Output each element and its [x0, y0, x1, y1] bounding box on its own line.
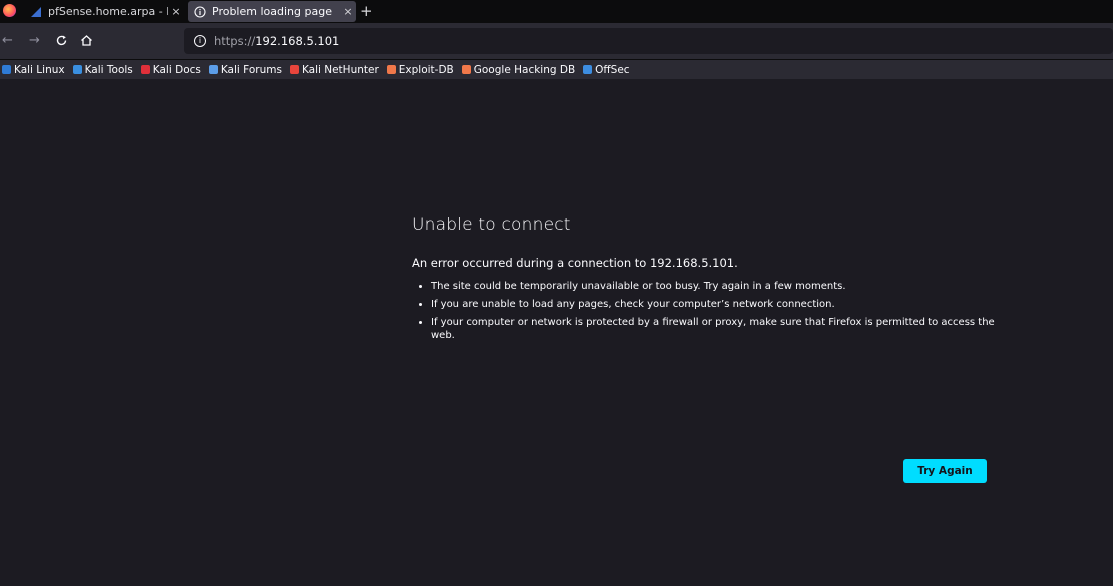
- new-tab-button[interactable]: +: [360, 2, 373, 20]
- info-icon[interactable]: i: [194, 35, 206, 47]
- bookmark-label: Kali NetHunter: [301, 63, 379, 76]
- close-tab-icon[interactable]: ×: [340, 5, 356, 18]
- pfsense-icon: [30, 6, 42, 18]
- bookmark-item[interactable]: Kali Docs: [140, 63, 201, 76]
- error-description: An error occurred during a connection to…: [412, 256, 738, 270]
- bookmark-item[interactable]: Kali Linux: [2, 64, 65, 76]
- navigation-toolbar: ← → i https://192.168.5.101: [0, 23, 1113, 60]
- tab-problem-loading[interactable]: Problem loading page ×: [188, 1, 356, 22]
- reload-icon[interactable]: [55, 23, 68, 59]
- address-bar[interactable]: i https://192.168.5.101: [184, 28, 1113, 54]
- url-text: https://192.168.5.101: [214, 34, 339, 48]
- url-host: 192.168.5.101: [255, 34, 340, 48]
- bookmark-item[interactable]: Google Hacking DB: [461, 63, 576, 76]
- list-item: If your computer or network is protected…: [431, 316, 1012, 342]
- bookmark-label: Kali Forums: [220, 63, 282, 76]
- bookmark-label: Kali Linux: [14, 63, 65, 76]
- tab-bar: pfSense.home.arpa - Fire × Problem loadi…: [0, 0, 1113, 23]
- bookmark-item[interactable]: Kali Tools: [72, 63, 133, 76]
- info-icon: [194, 5, 206, 18]
- tab-title: Problem loading page: [212, 5, 332, 18]
- try-again-button[interactable]: Try Again: [903, 459, 987, 483]
- kali-icon: [2, 65, 11, 74]
- error-suggestions: The site could be temporarily unavailabl…: [412, 280, 1012, 342]
- error-title: Unable to connect: [412, 215, 571, 235]
- home-icon[interactable]: [80, 23, 93, 59]
- tab-title: pfSense.home.arpa - Fire: [48, 5, 168, 18]
- bookmark-label: Exploit-DB: [398, 63, 454, 76]
- bookmarks-toolbar: Kali Linux Kali Tools Kali Docs Kali Forums…: [0, 60, 1113, 79]
- list-item: If you are unable to load any pages, che…: [431, 298, 1012, 311]
- bookmark-label: Kali Tools: [84, 63, 133, 76]
- kali-forums-icon: [208, 65, 218, 74]
- bookmark-item[interactable]: Exploit-DB: [386, 63, 454, 76]
- firefox-icon: [3, 4, 16, 17]
- bookmark-label: Kali Docs: [152, 63, 201, 76]
- tab-pfsense[interactable]: pfSense.home.arpa - Fire ×: [24, 1, 184, 22]
- back-icon[interactable]: ←: [2, 23, 13, 59]
- bookmark-item[interactable]: OffSec: [583, 63, 630, 76]
- kali-docs-icon: [140, 65, 150, 74]
- exploit-db-icon: [386, 65, 396, 74]
- bookmark-label: OffSec: [595, 63, 630, 76]
- bookmark-label: Google Hacking DB: [473, 63, 576, 76]
- forward-icon[interactable]: →: [29, 23, 40, 59]
- url-scheme: https://: [214, 34, 256, 48]
- bookmark-item[interactable]: Kali NetHunter: [289, 63, 379, 76]
- kali-tools-icon: [72, 65, 82, 74]
- error-container: Unable to connect An error occurred duri…: [412, 215, 1012, 347]
- close-tab-icon[interactable]: ×: [168, 5, 184, 18]
- offsec-icon: [583, 65, 593, 74]
- bookmark-item[interactable]: Kali Forums: [208, 63, 282, 76]
- list-item: The site could be temporarily unavailabl…: [431, 280, 1012, 293]
- nethunter-icon: [289, 65, 299, 74]
- ghdb-icon: [461, 65, 471, 74]
